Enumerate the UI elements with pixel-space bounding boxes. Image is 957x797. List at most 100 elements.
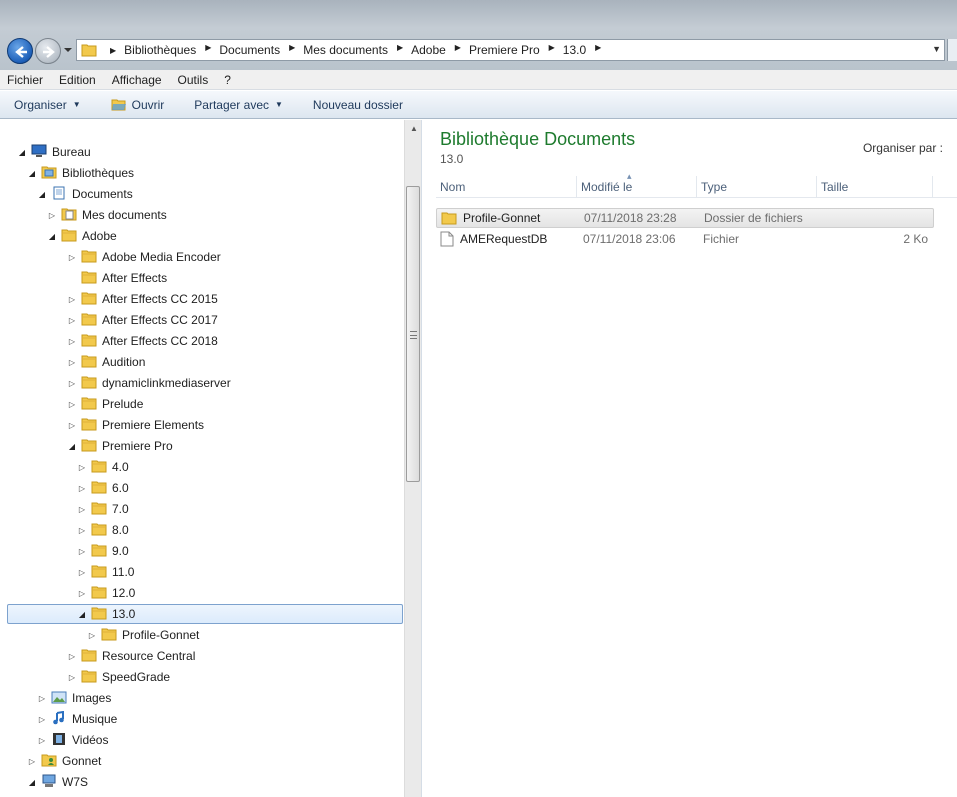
new-folder-button[interactable]: Nouveau dossier xyxy=(313,98,403,112)
address-bar[interactable]: ▶ Bibliothèques ▶ Documents ▶ Mes documents ▶… xyxy=(76,39,945,61)
back-button[interactable] xyxy=(7,38,33,64)
tree-item[interactable]: ▷ 12.0 xyxy=(77,583,135,603)
tree-item[interactable]: ◢ Bibliothèques xyxy=(27,163,134,183)
breadcrumb-item[interactable]: Bibliothèques xyxy=(124,43,196,57)
expand-icon[interactable]: ▷ xyxy=(47,211,57,220)
breadcrumb-separator[interactable]: ▶ xyxy=(205,43,211,57)
expand-icon[interactable]: ▷ xyxy=(67,379,77,388)
breadcrumb-separator[interactable]: ▶ xyxy=(595,43,601,57)
expand-icon[interactable]: ▷ xyxy=(67,316,77,325)
tree-item[interactable]: ▷ 6.0 xyxy=(77,478,129,498)
expand-icon[interactable]: ▷ xyxy=(67,652,77,661)
menu-file[interactable]: Fichier xyxy=(7,73,43,87)
scrollbar-thumb[interactable] xyxy=(406,186,420,482)
expand-icon[interactable]: ▷ xyxy=(77,568,87,577)
open-button[interactable]: Ouvrir xyxy=(111,98,164,112)
tree-item[interactable]: ▷ Prelude xyxy=(67,394,143,414)
breadcrumb-separator[interactable]: ▶ xyxy=(289,43,295,57)
tree-item[interactable]: ▷ 11.0 xyxy=(77,562,134,582)
column-type[interactable]: Type xyxy=(697,176,817,198)
collapse-icon[interactable]: ◢ xyxy=(27,169,37,178)
tree-item[interactable]: ▷ Mes documents xyxy=(47,205,167,225)
expand-icon[interactable]: ▷ xyxy=(67,337,77,346)
expand-icon[interactable]: ▷ xyxy=(27,757,37,766)
breadcrumb-separator[interactable]: ▶ xyxy=(455,43,461,57)
expand-icon[interactable]: ▷ xyxy=(37,736,47,745)
expand-icon[interactable]: ▷ xyxy=(67,358,77,367)
expand-icon[interactable]: ▷ xyxy=(67,673,77,682)
expand-icon[interactable]: ▷ xyxy=(77,589,87,598)
expand-icon[interactable]: ▷ xyxy=(77,484,87,493)
expand-icon[interactable]: ▷ xyxy=(67,400,77,409)
column-name[interactable]: Nom xyxy=(436,176,577,198)
breadcrumb-item[interactable]: Premiere Pro xyxy=(469,43,540,57)
collapse-icon[interactable]: ◢ xyxy=(67,442,77,451)
expand-icon[interactable]: ▷ xyxy=(77,547,87,556)
menu-edit[interactable]: Edition xyxy=(59,73,96,87)
expand-icon[interactable]: ▷ xyxy=(67,421,77,430)
tree-item[interactable]: ◢ W7S xyxy=(27,772,88,792)
breadcrumb-item[interactable]: Documents xyxy=(219,43,280,57)
tree-item[interactable]: ▷ 8.0 xyxy=(77,520,129,540)
breadcrumb-separator[interactable]: ▶ xyxy=(549,43,555,57)
arrange-by-dropdown[interactable]: Organiser par : xyxy=(863,141,943,155)
scroll-up-icon[interactable]: ▲ xyxy=(410,124,418,133)
tree-item[interactable]: ▷ After Effects CC 2017 xyxy=(67,310,218,330)
tree-item[interactable]: ▷ Images xyxy=(37,688,111,708)
tree-item[interactable]: ◢ 13.0 xyxy=(7,604,403,624)
expand-icon[interactable]: ▷ xyxy=(37,715,47,724)
expand-icon[interactable]: ▷ xyxy=(37,694,47,703)
address-dropdown[interactable]: ▼ xyxy=(932,44,941,54)
refresh-button[interactable] xyxy=(947,39,957,61)
tree-item[interactable]: ▷ 9.0 xyxy=(77,541,129,561)
collapse-icon[interactable]: ◢ xyxy=(27,778,37,787)
expand-icon[interactable]: ▷ xyxy=(77,505,87,514)
tree-scrollbar[interactable]: ▲ xyxy=(404,120,421,797)
expand-icon[interactable]: ▷ xyxy=(77,463,87,472)
tree-item[interactable]: ◢ Adobe xyxy=(47,226,117,246)
tree-item[interactable]: ▷ dynamiclinkmediaserver xyxy=(67,373,231,393)
share-button[interactable]: Partager avec ▼ xyxy=(194,98,283,112)
collapse-icon[interactable]: ◢ xyxy=(77,610,87,619)
tree-item[interactable]: ▷ Vidéos xyxy=(37,730,108,750)
tree-item[interactable]: ◢ Documents xyxy=(37,184,133,204)
tree-item[interactable]: ▷ Gonnet xyxy=(27,751,101,771)
tree-item[interactable]: ▷ SpeedGrade xyxy=(67,667,170,687)
tree-item[interactable]: ▷ After Effects CC 2018 xyxy=(67,331,218,351)
file-row[interactable]: AMERequestDB 07/11/2018 23:06 Fichier 2 … xyxy=(436,229,934,249)
breadcrumb-item[interactable]: Mes documents xyxy=(303,43,388,57)
recent-pages-dropdown[interactable] xyxy=(63,45,73,55)
expand-icon[interactable]: ▷ xyxy=(67,295,77,304)
forward-button[interactable] xyxy=(35,38,61,64)
tree-item[interactable]: ◢ Premiere Pro xyxy=(67,436,173,456)
breadcrumb-separator[interactable]: ▶ xyxy=(397,43,403,57)
expand-icon[interactable]: ▷ xyxy=(77,526,87,535)
tree-item[interactable]: ▷ Audition xyxy=(67,352,145,372)
expand-icon[interactable]: ▷ xyxy=(87,631,97,640)
expand-icon[interactable]: ▷ xyxy=(67,253,77,262)
collapse-icon[interactable]: ◢ xyxy=(17,148,27,157)
menu-view[interactable]: Affichage xyxy=(112,73,162,87)
tree-item[interactable]: ▷ Adobe Media Encoder xyxy=(67,247,221,267)
tree-item[interactable]: After Effects xyxy=(67,268,167,288)
tree-item[interactable]: ▷ Resource Central xyxy=(67,646,195,666)
navigation-tree[interactable]: ◢ Bureau ◢ Bibliothèques ◢ Documents ▷ Mes docu… xyxy=(0,120,404,797)
column-modified[interactable]: Modifié le xyxy=(577,165,697,198)
file-row[interactable]: Profile-Gonnet 07/11/2018 23:28 Dossier … xyxy=(436,208,934,228)
tree-item[interactable]: ◢ Bureau xyxy=(17,142,91,162)
breadcrumb-separator[interactable]: ▶ xyxy=(110,46,116,55)
tree-item[interactable]: ▷ 4.0 xyxy=(77,457,129,477)
tree-item[interactable]: ▷ Musique xyxy=(37,709,117,729)
organize-button[interactable]: Organiser ▼ xyxy=(14,98,81,112)
menu-tools[interactable]: Outils xyxy=(178,73,209,87)
breadcrumb-item[interactable]: Adobe xyxy=(411,43,446,57)
tree-item[interactable]: ▷ After Effects CC 2015 xyxy=(67,289,218,309)
collapse-icon[interactable]: ◢ xyxy=(47,232,57,241)
collapse-icon[interactable]: ◢ xyxy=(37,190,47,199)
tree-item[interactable]: ▷ Premiere Elements xyxy=(67,415,204,435)
breadcrumb-item[interactable]: 13.0 xyxy=(563,43,586,57)
tree-item[interactable]: ▷ Profile-Gonnet xyxy=(87,625,199,645)
column-size[interactable]: Taille xyxy=(817,176,933,198)
menu-help[interactable]: ? xyxy=(224,73,231,87)
tree-item[interactable]: ▷ 7.0 xyxy=(77,499,129,519)
